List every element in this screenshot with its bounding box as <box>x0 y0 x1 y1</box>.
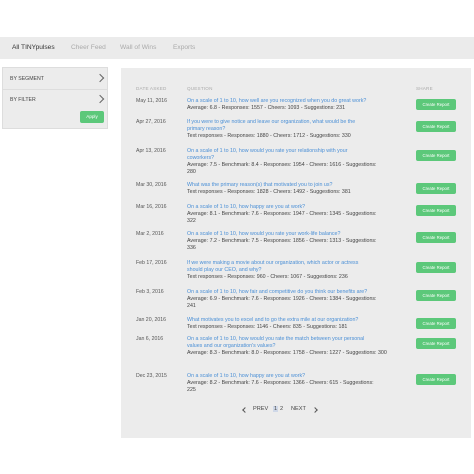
question-line[interactable]: What motivates you to excel and to go th… <box>187 317 397 324</box>
question-line[interactable]: If we were making a movie about our orga… <box>187 260 397 267</box>
stats-line: Average: 8.1 - Benchmark: 7.6 - Response… <box>187 211 377 217</box>
prev-page-link[interactable]: PREV <box>253 406 268 412</box>
question-line[interactable]: primary reason? <box>187 126 397 133</box>
response-stats: Text responses - Responses: 960 - Cheers… <box>187 274 402 281</box>
stats-line: Text responses - Responses: 1146 - Cheer… <box>187 324 348 330</box>
question-line[interactable]: On a scale of 1 to 10, how would you rat… <box>187 336 397 343</box>
stats-line: 280 <box>187 169 196 175</box>
apply-button[interactable]: Apply <box>80 111 104 123</box>
question-line[interactable]: coworkers? <box>187 155 397 162</box>
stats-line: 241 <box>187 303 196 309</box>
date-asked: Mar 30, 2016 <box>136 182 167 188</box>
create-report-button[interactable]: Create Report <box>416 183 456 194</box>
stats-line: Average: 8.3 - Benchmark: 8.0 - Response… <box>187 350 387 356</box>
question-link[interactable]: On a scale of 1 to 10, how would you rat… <box>187 231 397 238</box>
question-line[interactable]: What was the primary reason(s) that moti… <box>187 182 397 189</box>
create-report-button[interactable]: Create Report <box>416 232 456 243</box>
question-link[interactable]: On a scale of 1 to 10, how well are you … <box>187 98 397 105</box>
next-page-link[interactable]: NEXT <box>291 406 306 412</box>
column-header-date: DATE ASKED <box>136 86 167 91</box>
pulse-list-panel: DATE ASKED QUESTION SHARE May 11, 2016 On… <box>121 68 471 438</box>
tab-wall-of-wins[interactable]: Wall of Wins <box>120 44 156 51</box>
stats-line: Average: 6.8 - Responses: 1557 - Cheers:… <box>187 105 346 111</box>
create-report-button[interactable]: Create Report <box>416 150 456 161</box>
stats-line: Average: 7.2 - Benchmark: 7.5 - Response… <box>187 238 377 244</box>
response-stats: Average: 6.9 - Benchmark: 7.6 - Response… <box>187 296 402 310</box>
response-stats: Average: 6.8 - Responses: 1557 - Cheers:… <box>187 105 402 112</box>
chevron-right-icon[interactable] <box>95 94 105 104</box>
tab-all-tinypulses[interactable]: All TINYpulses <box>12 44 55 51</box>
create-report-button[interactable]: Create Report <box>416 290 456 301</box>
column-header-share: SHARE <box>416 86 433 91</box>
stats-line: Average: 7.5 - Benchmark: 8.4 - Response… <box>187 162 377 168</box>
top-nav: All TINYpulses Cheer Feed Wall of Wins E… <box>0 37 474 59</box>
question-link[interactable]: If we were making a movie about our orga… <box>187 260 397 274</box>
date-asked: Jan 6, 2016 <box>136 336 164 342</box>
filter-sidebar: BY SEGMENT BY FILTER Apply <box>2 67 108 129</box>
date-asked: Apr 13, 2016 <box>136 148 166 154</box>
response-stats: Average: 8.1 - Benchmark: 7.6 - Response… <box>187 211 402 225</box>
question-link[interactable]: What motivates you to excel and to go th… <box>187 317 397 324</box>
stats-line: 322 <box>187 218 196 224</box>
date-asked: Feb 3, 2016 <box>136 289 164 295</box>
response-stats: Text responses - Responses: 1828 - Cheer… <box>187 189 402 196</box>
column-header-question: QUESTION <box>187 86 213 91</box>
question-link[interactable]: On a scale of 1 to 10, how happy are you… <box>187 204 397 211</box>
question-link[interactable]: If you were to give notice and leave our… <box>187 119 397 133</box>
response-stats: Average: 8.2 - Benchmark: 7.6 - Response… <box>187 380 402 394</box>
date-asked: Feb 17, 2016 <box>136 260 167 266</box>
question-link[interactable]: On a scale of 1 to 10, how fair and comp… <box>187 289 397 296</box>
response-stats: Text responses - Responses: 1146 - Cheer… <box>187 324 402 331</box>
question-line[interactable]: On a scale of 1 to 10, how happy are you… <box>187 204 397 211</box>
stats-line: Text responses - Responses: 1880 - Cheer… <box>187 133 351 139</box>
question-line[interactable]: If you were to give notice and leave our… <box>187 119 397 126</box>
stats-line: Text responses - Responses: 1828 - Cheer… <box>187 189 351 195</box>
tab-cheer-feed[interactable]: Cheer Feed <box>71 44 106 51</box>
response-stats: Average: 8.3 - Benchmark: 8.0 - Response… <box>187 350 402 357</box>
date-asked: May 11, 2016 <box>136 98 168 104</box>
question-line[interactable]: On a scale of 1 to 10, how would you rat… <box>187 231 397 238</box>
by-segment-toggle[interactable]: BY SEGMENT <box>10 76 44 82</box>
response-stats: Average: 7.2 - Benchmark: 7.5 - Response… <box>187 238 402 252</box>
stats-line: Average: 6.9 - Benchmark: 7.6 - Response… <box>187 296 377 302</box>
question-line[interactable]: values and our organization's values? <box>187 343 397 350</box>
response-stats: Text responses - Responses: 1880 - Cheer… <box>187 133 402 140</box>
response-stats: Average: 7.5 - Benchmark: 8.4 - Response… <box>187 162 402 176</box>
question-line[interactable]: On a scale of 1 to 10, how happy are you… <box>187 373 397 380</box>
stats-line: Average: 8.2 - Benchmark: 7.6 - Response… <box>187 380 374 386</box>
page-1-link[interactable]: 1 <box>273 406 279 412</box>
question-line[interactable]: On a scale of 1 to 10, how fair and comp… <box>187 289 397 296</box>
date-asked: Jan 20, 2016 <box>136 317 166 323</box>
stats-line: 336 <box>187 245 196 251</box>
question-link[interactable]: What was the primary reason(s) that moti… <box>187 182 397 189</box>
sidebar-divider <box>3 89 107 90</box>
question-line[interactable]: should play our CEO, and why? <box>187 267 397 274</box>
question-line[interactable]: On a scale of 1 to 10, how well are you … <box>187 98 397 105</box>
create-report-button[interactable]: Create Report <box>416 318 456 329</box>
create-report-button[interactable]: Create Report <box>416 205 456 216</box>
create-report-button[interactable]: Create Report <box>416 121 456 132</box>
page-2-link[interactable]: 2 <box>280 406 283 412</box>
tab-exports[interactable]: Exports <box>173 44 195 51</box>
create-report-button[interactable]: Create Report <box>416 338 456 349</box>
date-asked: Mar 2, 2016 <box>136 231 164 237</box>
create-report-button[interactable]: Create Report <box>416 374 456 385</box>
create-report-button[interactable]: Create Report <box>416 262 456 273</box>
question-line[interactable]: On a scale of 1 to 10, how would you rat… <box>187 148 397 155</box>
chevron-right-icon[interactable] <box>95 73 105 83</box>
question-link[interactable]: On a scale of 1 to 10, how would you rat… <box>187 148 397 162</box>
stats-line: 225 <box>187 387 196 393</box>
date-asked: Dec 23, 2015 <box>136 373 167 379</box>
stats-line: Text responses - Responses: 960 - Cheers… <box>187 274 348 280</box>
create-report-button[interactable]: Create Report <box>416 99 456 110</box>
date-asked: Mar 16, 2016 <box>136 204 167 210</box>
question-link[interactable]: On a scale of 1 to 10, how happy are you… <box>187 373 397 380</box>
question-link[interactable]: On a scale of 1 to 10, how would you rat… <box>187 336 397 350</box>
date-asked: Apr 27, 2016 <box>136 119 166 125</box>
by-filter-toggle[interactable]: BY FILTER <box>10 97 36 103</box>
